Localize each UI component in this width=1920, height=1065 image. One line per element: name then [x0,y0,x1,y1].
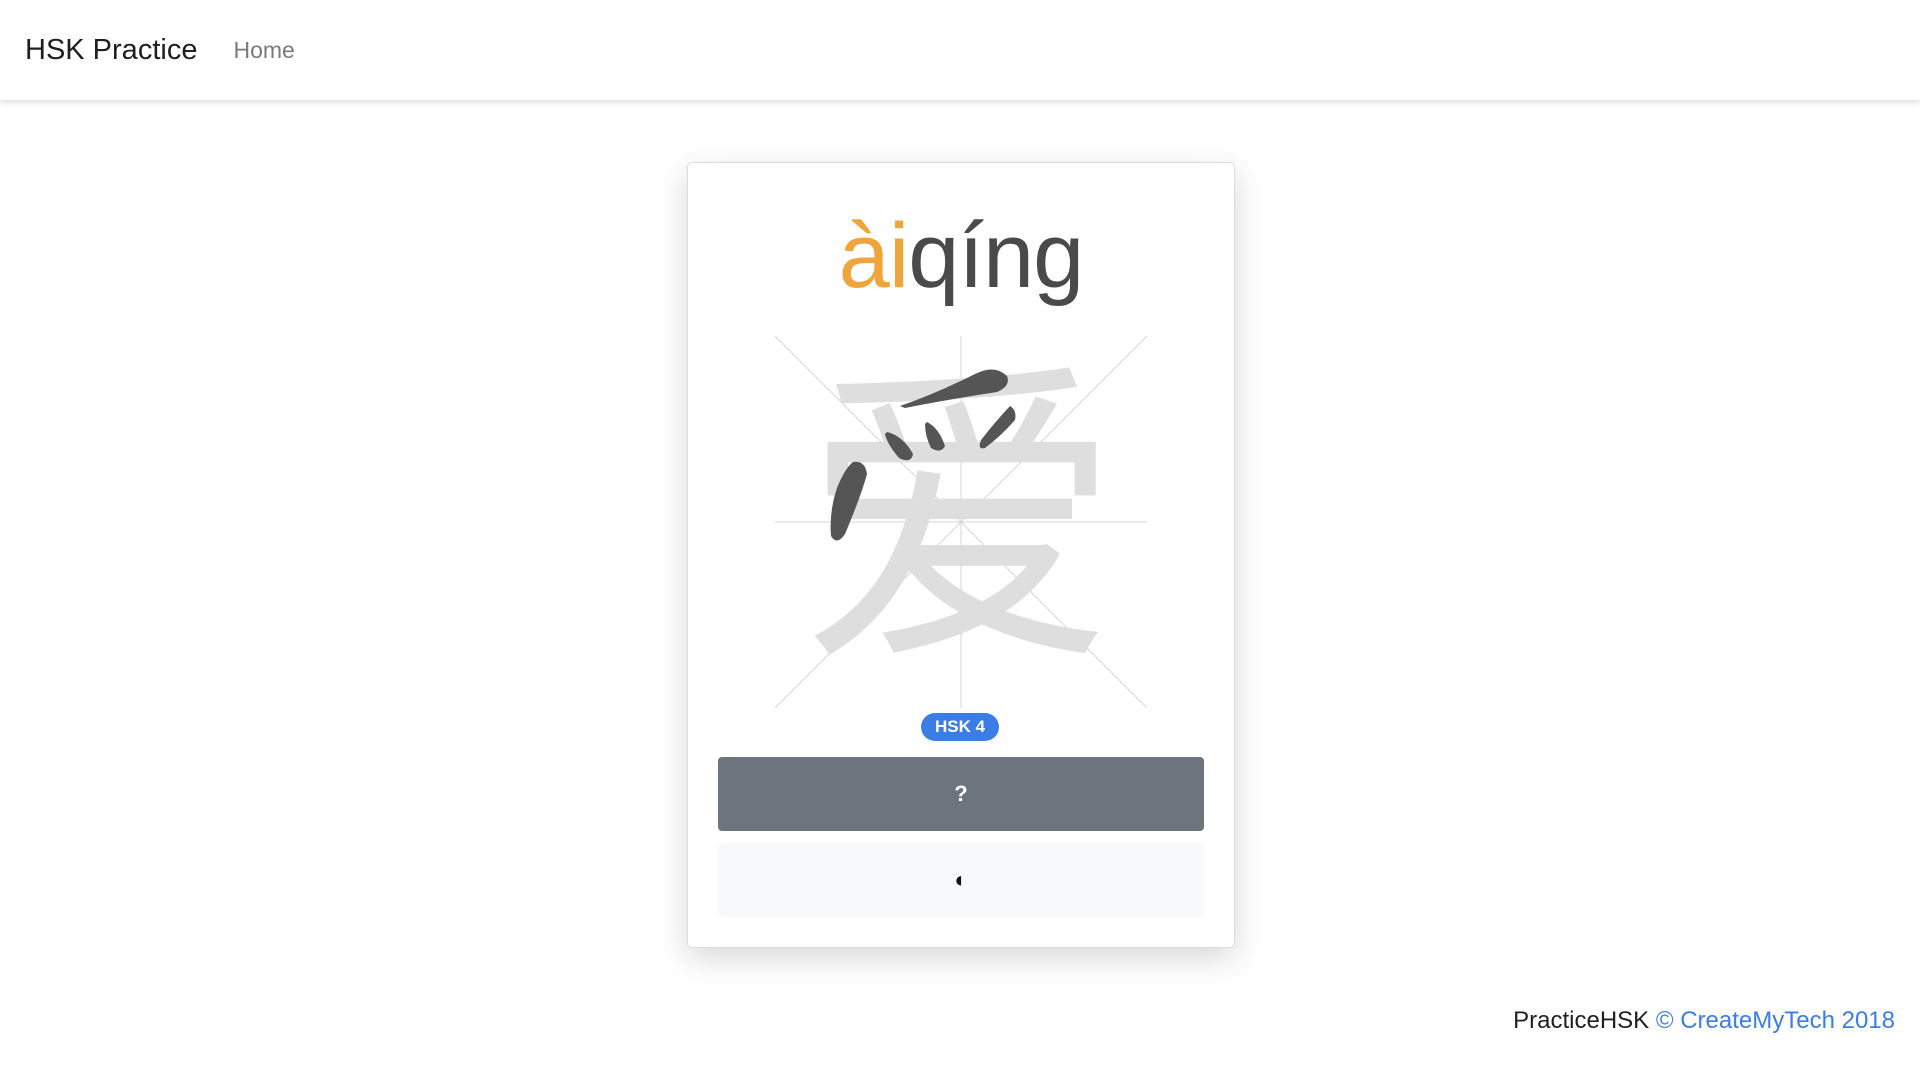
toggle-contrast-button[interactable]: ◐ [718,843,1204,917]
drawn-strokes [830,369,1016,541]
hsk-level-badge: HSK 4 [921,713,999,741]
footer: PracticeHSK © CreateMyTech 2018 [1513,1007,1895,1035]
pinyin-syllable-current: ài [838,205,910,307]
pinyin-syllable-next: qíng [908,205,1084,307]
footer-copyright-link[interactable]: © CreateMyTech 2018 [1656,1007,1895,1034]
reveal-answer-button[interactable]: ? [718,757,1204,831]
character-writing-grid[interactable]: 爱 [775,336,1147,708]
nav-home-link[interactable]: Home [233,37,294,64]
top-navbar: HSK Practice Home [0,0,1920,100]
footer-site-name: PracticeHSK [1513,1007,1650,1034]
brand-link[interactable]: HSK Practice [25,34,197,67]
pinyin-display: àiqíng [688,201,1234,311]
flashcard: àiqíng 爱 HSK 4 ? ◐ [687,162,1235,948]
